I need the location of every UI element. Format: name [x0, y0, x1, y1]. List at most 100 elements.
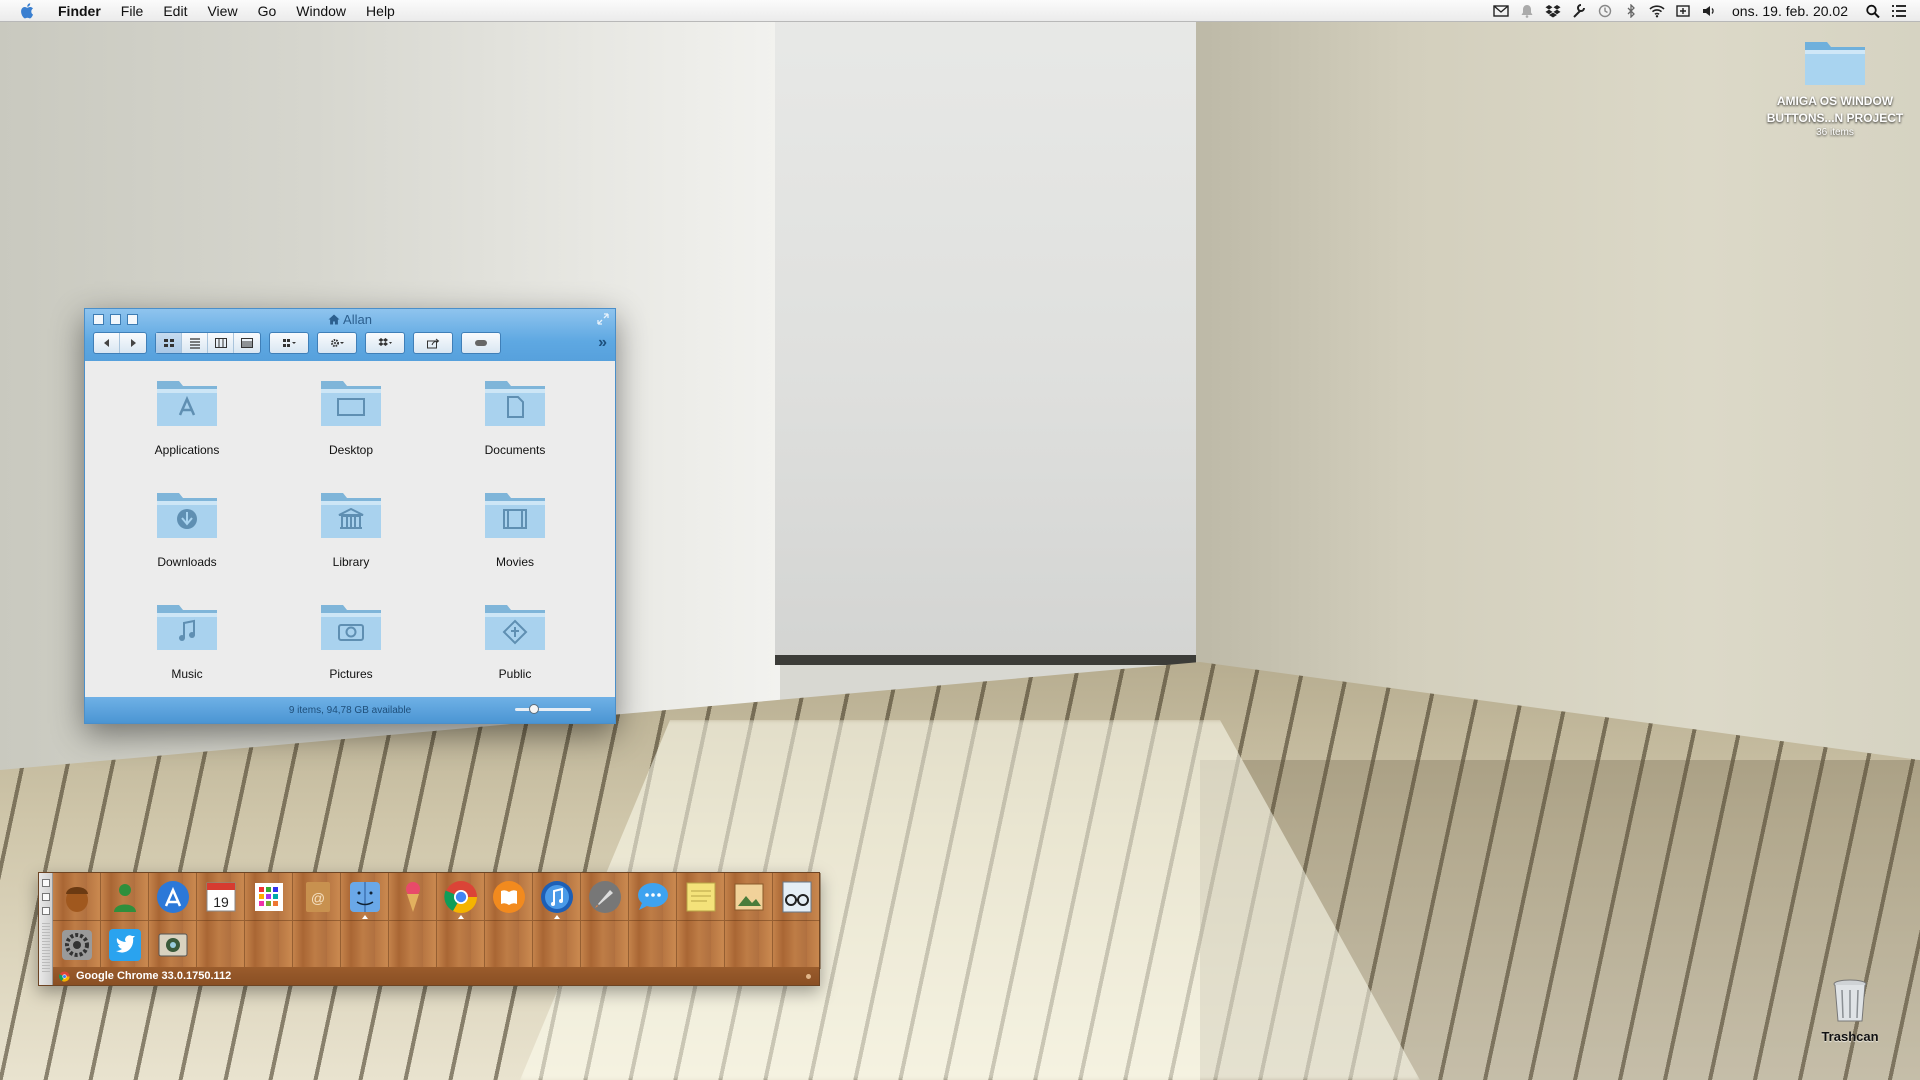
dock-app-finder[interactable]: [341, 873, 389, 921]
movies-folder-icon: [485, 493, 545, 538]
icon-size-slider-knob[interactable]: [529, 704, 539, 714]
dock-app-system-preferences[interactable]: [53, 921, 101, 969]
toolbar-overflow-icon[interactable]: »: [598, 334, 607, 352]
status-area: ons. 19. feb. 20.02: [1488, 0, 1920, 22]
dock-app-iphoto[interactable]: [725, 873, 773, 921]
stickies-icon: [686, 882, 715, 911]
folder-downloads[interactable]: Downloads: [105, 487, 269, 599]
dock-resize-grip[interactable]: [41, 923, 50, 973]
dropbox-icon[interactable]: [1544, 3, 1562, 19]
menubar-clock[interactable]: ons. 19. feb. 20.02: [1722, 3, 1860, 19]
list-view-button[interactable]: [182, 333, 208, 353]
dock-close-button[interactable]: [41, 879, 50, 887]
app-store-icon: [156, 880, 189, 913]
dock-status-bar: Google Chrome 33.0.1750.112: [53, 967, 819, 985]
dock-empty-slot: [197, 921, 245, 969]
music-folder-icon: [157, 605, 217, 650]
share-button[interactable]: [413, 332, 453, 354]
folder-applications[interactable]: Applications: [105, 375, 269, 487]
tags-button[interactable]: [461, 332, 501, 354]
bluetooth-icon[interactable]: [1622, 3, 1640, 19]
action-button[interactable]: [317, 332, 357, 354]
dock-app-ibooks[interactable]: [485, 873, 533, 921]
view-buttons: [155, 332, 261, 354]
ice-cream-icon: [405, 881, 420, 912]
calendar-icon: 19: [206, 882, 235, 911]
tags-icon: [475, 340, 487, 346]
list-view-icon: [189, 338, 200, 349]
image-capture-icon: [158, 933, 187, 956]
folder-movies[interactable]: Movies: [433, 487, 597, 599]
mail-icon[interactable]: [1492, 3, 1510, 19]
acorn-icon: [65, 886, 88, 912]
folder-desktop[interactable]: Desktop: [269, 375, 433, 487]
tags-inner: [462, 333, 500, 353]
dropbox-button[interactable]: [365, 332, 405, 354]
desktop-folder-icon: [321, 381, 381, 426]
dock-app-acorn[interactable]: [53, 873, 101, 921]
dock-app-launchpad-grid[interactable]: [245, 873, 293, 921]
dock-app-preview-glasses[interactable]: [773, 873, 821, 921]
menu-edit[interactable]: Edit: [153, 0, 197, 22]
notification-center-icon[interactable]: [1890, 3, 1908, 19]
dock-app-contacts-person[interactable]: [101, 873, 149, 921]
folder-library[interactable]: Library: [269, 487, 433, 599]
dock-app-chrome[interactable]: [437, 873, 485, 921]
home-icon: [328, 314, 340, 325]
volume-icon[interactable]: [1700, 3, 1718, 19]
forward-button[interactable]: [120, 333, 146, 353]
dock-app-twitter[interactable]: [101, 921, 149, 969]
battery-icon[interactable]: [1674, 3, 1692, 19]
pictures-folder-icon: [321, 605, 381, 650]
dock-minimize-button[interactable]: [41, 893, 50, 901]
dock-app-image-capture[interactable]: [149, 921, 197, 969]
wifi-icon[interactable]: [1648, 3, 1666, 19]
apple-icon[interactable]: [20, 2, 34, 19]
finder-window: Allan » Applications Desktop Documents D…: [84, 308, 616, 724]
coverflow-view-icon: [241, 338, 253, 348]
twitter-icon: [108, 928, 141, 961]
menu-view[interactable]: View: [197, 0, 247, 22]
menu-file[interactable]: File: [111, 0, 154, 22]
notification-icon[interactable]: [1518, 3, 1536, 19]
folder-pictures[interactable]: Pictures: [269, 599, 433, 711]
dock-app-messages[interactable]: [629, 873, 677, 921]
dock-app-ice-cream[interactable]: [389, 873, 437, 921]
dock-app-itunes[interactable]: [533, 873, 581, 921]
icon-view-button[interactable]: [156, 333, 182, 353]
coverflow-view-button[interactable]: [234, 333, 260, 353]
desktop-folder[interactable]: AMIGA OS WINDOW BUTTONS...N PROJECT 36 i…: [1758, 36, 1912, 138]
column-view-button[interactable]: [208, 333, 234, 353]
dock-empty-slot: [485, 921, 533, 969]
fullscreen-icon[interactable]: [597, 313, 609, 325]
folder-music[interactable]: Music: [105, 599, 269, 711]
dock-app-calendar[interactable]: 19: [197, 873, 245, 921]
dropbox-toolbar-icon: [378, 338, 392, 346]
dock-status-dot: [806, 973, 811, 979]
dock-app-rocket[interactable]: [581, 873, 629, 921]
folder-documents[interactable]: Documents: [433, 375, 597, 487]
finder-icon: [349, 881, 380, 912]
dropbox-inner: [366, 333, 404, 353]
folder-public[interactable]: Public: [433, 599, 597, 711]
dock-zoom-button[interactable]: [41, 907, 50, 915]
spotlight-search-icon[interactable]: [1864, 3, 1882, 19]
arrange-button[interactable]: [269, 332, 309, 354]
dock-app-app-store[interactable]: [149, 873, 197, 921]
dock: 19 @ Google Chrome 33.0.1750.112: [38, 872, 821, 986]
menu-go[interactable]: Go: [248, 0, 287, 22]
time-machine-icon[interactable]: [1596, 3, 1614, 19]
dock-app-address-book[interactable]: @: [293, 873, 341, 921]
trashcan[interactable]: Trashcan: [1810, 978, 1890, 1044]
back-button[interactable]: [94, 333, 120, 353]
dock-app-stickies[interactable]: [677, 873, 725, 921]
menu-finder[interactable]: Finder: [48, 0, 111, 22]
finder-content: Applications Desktop Documents Downloads Lib…: [85, 361, 615, 699]
menu-help[interactable]: Help: [356, 0, 405, 22]
dock-empty-slot: [389, 921, 437, 969]
folder-label: Movies: [495, 555, 534, 569]
tool-icon[interactable]: [1570, 3, 1588, 19]
menu-window[interactable]: Window: [286, 0, 356, 22]
icon-size-slider[interactable]: [515, 704, 591, 714]
action-inner: [318, 333, 356, 353]
